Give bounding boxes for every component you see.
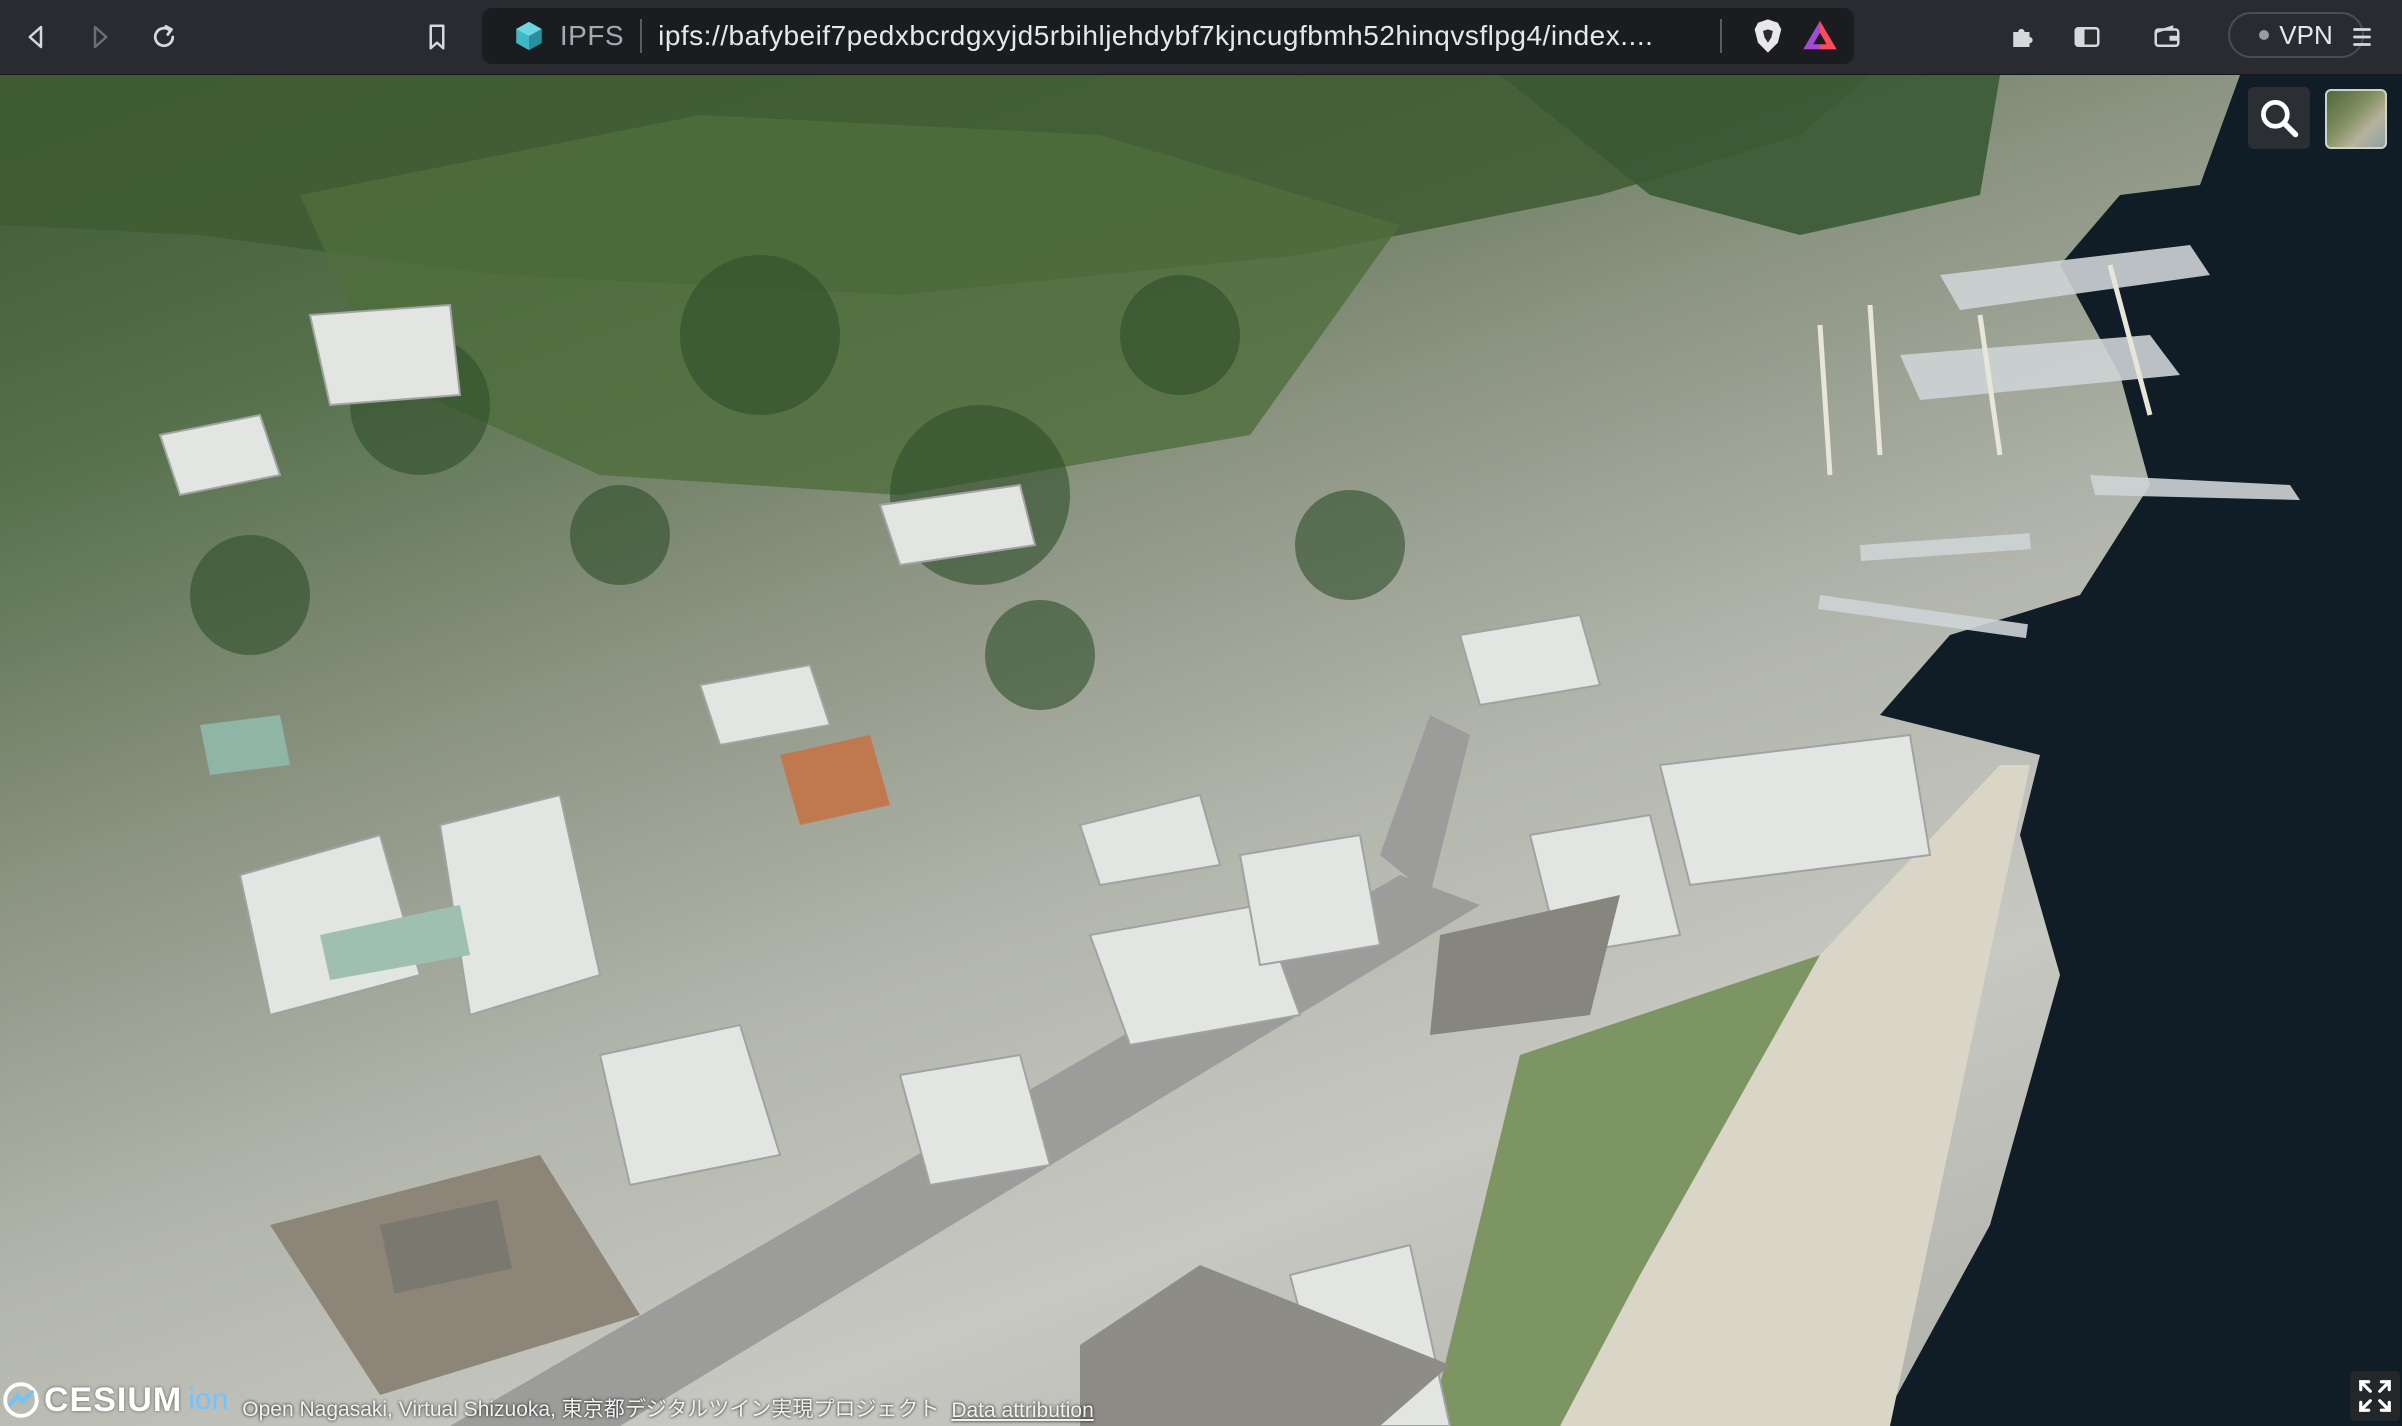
brave-rewards-icon[interactable] bbox=[1800, 16, 1840, 56]
reload-icon bbox=[153, 25, 175, 48]
site-label: IPFS bbox=[559, 20, 625, 51]
bookmark-button[interactable] bbox=[413, 13, 461, 61]
forward-icon bbox=[93, 25, 108, 49]
city-3d-scene bbox=[0, 75, 2402, 1426]
ipfs-cube-icon bbox=[516, 21, 542, 51]
data-attribution-link[interactable]: Data attribution bbox=[951, 1399, 1093, 1423]
base-layer-picker-icon[interactable] bbox=[2325, 89, 2387, 149]
fullscreen-button[interactable] bbox=[2350, 1371, 2400, 1421]
fullscreen-icon bbox=[2359, 1380, 2391, 1412]
data-attribution-text: Open Nagasaki, Virtual Shizuoka, 東京都デジタル… bbox=[242, 1398, 940, 1421]
vpn-label: VPN bbox=[2279, 19, 2333, 50]
sidebar-icon bbox=[2074, 27, 2100, 47]
credits-bar: CESIUM ion Open Nagasaki, Virtual Shizuo… bbox=[0, 1373, 1094, 1425]
menu-button[interactable] bbox=[2338, 13, 2386, 61]
back-button[interactable] bbox=[12, 13, 60, 61]
address-bar[interactable]: IPFS ipfs://bafybeif7pedxbcrdgxyjd5rbihl… bbox=[482, 8, 1854, 64]
url-text[interactable]: ipfs://bafybeif7pedxbcrdgxyjd5rbihljehdy… bbox=[658, 20, 1714, 52]
url-separator bbox=[1720, 19, 1723, 53]
vpn-status-icon bbox=[2259, 30, 2270, 40]
extensions-icon bbox=[2013, 28, 2033, 47]
cesium-logo-icon bbox=[3, 1382, 39, 1418]
cesium-ion-logo[interactable]: CESIUM ion bbox=[0, 1375, 228, 1425]
sidebar-button[interactable] bbox=[2063, 13, 2111, 61]
browser-toolbar: IPFS ipfs://bafybeif7pedxbcrdgxyjd5rbihl… bbox=[0, 0, 2402, 75]
wallet-button[interactable] bbox=[2143, 13, 2191, 61]
extensions-button[interactable] bbox=[1998, 13, 2046, 61]
search-icon bbox=[2261, 100, 2299, 138]
brave-shields-icon[interactable] bbox=[1748, 16, 1788, 56]
bookmark-icon bbox=[429, 24, 445, 50]
menu-icon bbox=[2353, 28, 2371, 46]
url-separator bbox=[640, 19, 643, 53]
cesium-3d-viewport[interactable]: CESIUM ion Open Nagasaki, Virtual Shizuo… bbox=[0, 75, 2402, 1426]
cesium-logo-text: CESIUM bbox=[44, 1380, 183, 1419]
wallet-icon bbox=[2154, 25, 2180, 47]
ion-logo-text: ion bbox=[188, 1383, 229, 1416]
geocoder-search-button[interactable] bbox=[2248, 87, 2310, 149]
back-icon bbox=[28, 25, 43, 49]
forward-button[interactable] bbox=[76, 13, 124, 61]
reload-button[interactable] bbox=[140, 13, 188, 61]
